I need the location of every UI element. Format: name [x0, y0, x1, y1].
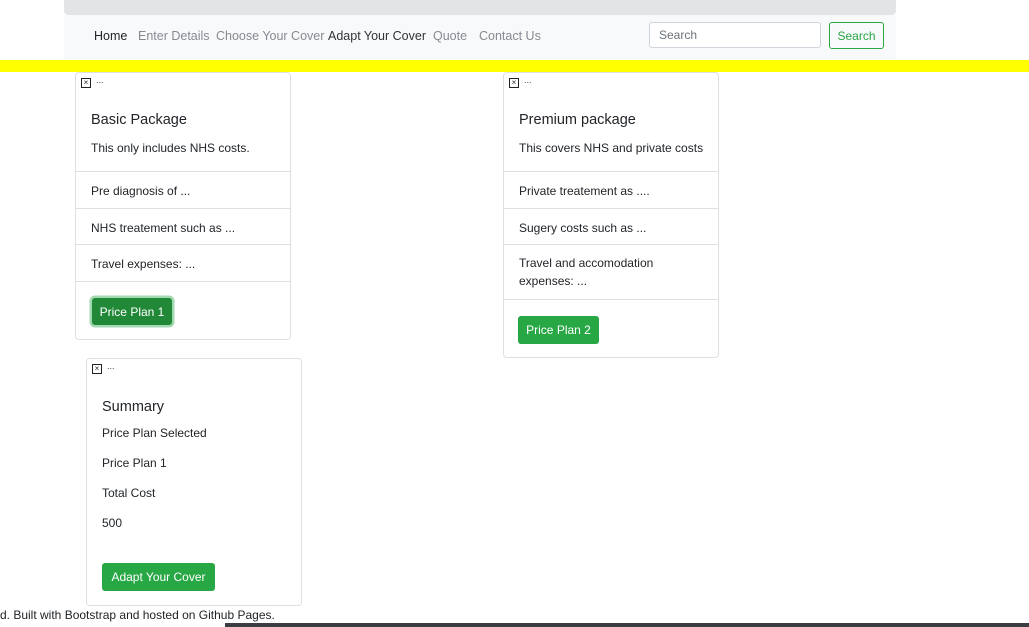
- search-button[interactable]: Search: [829, 22, 884, 49]
- highlight-bar: [0, 60, 1029, 72]
- card-text: This covers NHS and private costs: [519, 141, 704, 155]
- adapt-your-cover-button[interactable]: Adapt Your Cover: [102, 563, 215, 591]
- total-cost-label: Total Cost: [102, 486, 156, 500]
- plan-selected-value: Price Plan 1: [102, 456, 167, 470]
- nav-choose-your-cover[interactable]: Choose Your Cover: [216, 29, 324, 43]
- navbar: Home Enter Details Choose Your Cover Ada…: [64, 15, 896, 59]
- search-input[interactable]: [649, 22, 821, 48]
- summary-title: Summary: [102, 399, 165, 415]
- total-cost-value: 500: [102, 516, 123, 530]
- list-item: Private treatement as ....: [504, 171, 718, 208]
- bottom-edge: [225, 623, 1029, 627]
- list-item: NHS treatement such as ...: [76, 208, 290, 244]
- image-alt-text: ...: [524, 75, 532, 85]
- nav-contact-us[interactable]: Contact Us: [479, 29, 541, 43]
- nav-adapt-your-cover[interactable]: Adapt Your Cover: [328, 29, 426, 43]
- plan-selected-label: Price Plan Selected: [102, 426, 207, 440]
- footer-text: d. Built with Bootstrap and hosted on Gi…: [0, 608, 275, 622]
- card-footer: Price Plan 2: [504, 299, 718, 357]
- premium-package-card: × ... Premium package This covers NHS an…: [503, 72, 719, 358]
- broken-image-icon: ×: [509, 78, 519, 88]
- card-text: This only includes NHS costs.: [91, 141, 250, 155]
- broken-image-icon: ×: [81, 78, 91, 88]
- price-plan-1-button[interactable]: Price Plan 1: [92, 298, 172, 325]
- list-item: Travel and accomodation expenses: ...: [504, 244, 718, 299]
- card-title: Premium package: [519, 112, 636, 128]
- image-alt-text: ...: [96, 75, 104, 85]
- image-alt-text: ...: [107, 361, 115, 371]
- list-item: Pre diagnosis of ...: [76, 171, 290, 208]
- summary-card: × ... Summary Price Plan Selected Price …: [86, 358, 302, 606]
- nav-quote[interactable]: Quote: [433, 29, 467, 43]
- browser-top-strip: [64, 0, 896, 15]
- list-item: Travel expenses: ...: [76, 244, 290, 281]
- list-item: Sugery costs such as ...: [504, 208, 718, 244]
- card-footer: Price Plan 1: [76, 281, 290, 339]
- nav-enter-details[interactable]: Enter Details: [138, 29, 210, 43]
- broken-image-icon: ×: [92, 364, 102, 374]
- basic-package-card: × ... Basic Package This only includes N…: [75, 72, 291, 340]
- card-title: Basic Package: [91, 112, 187, 128]
- price-plan-2-button[interactable]: Price Plan 2: [518, 316, 599, 344]
- nav-home[interactable]: Home: [94, 29, 127, 43]
